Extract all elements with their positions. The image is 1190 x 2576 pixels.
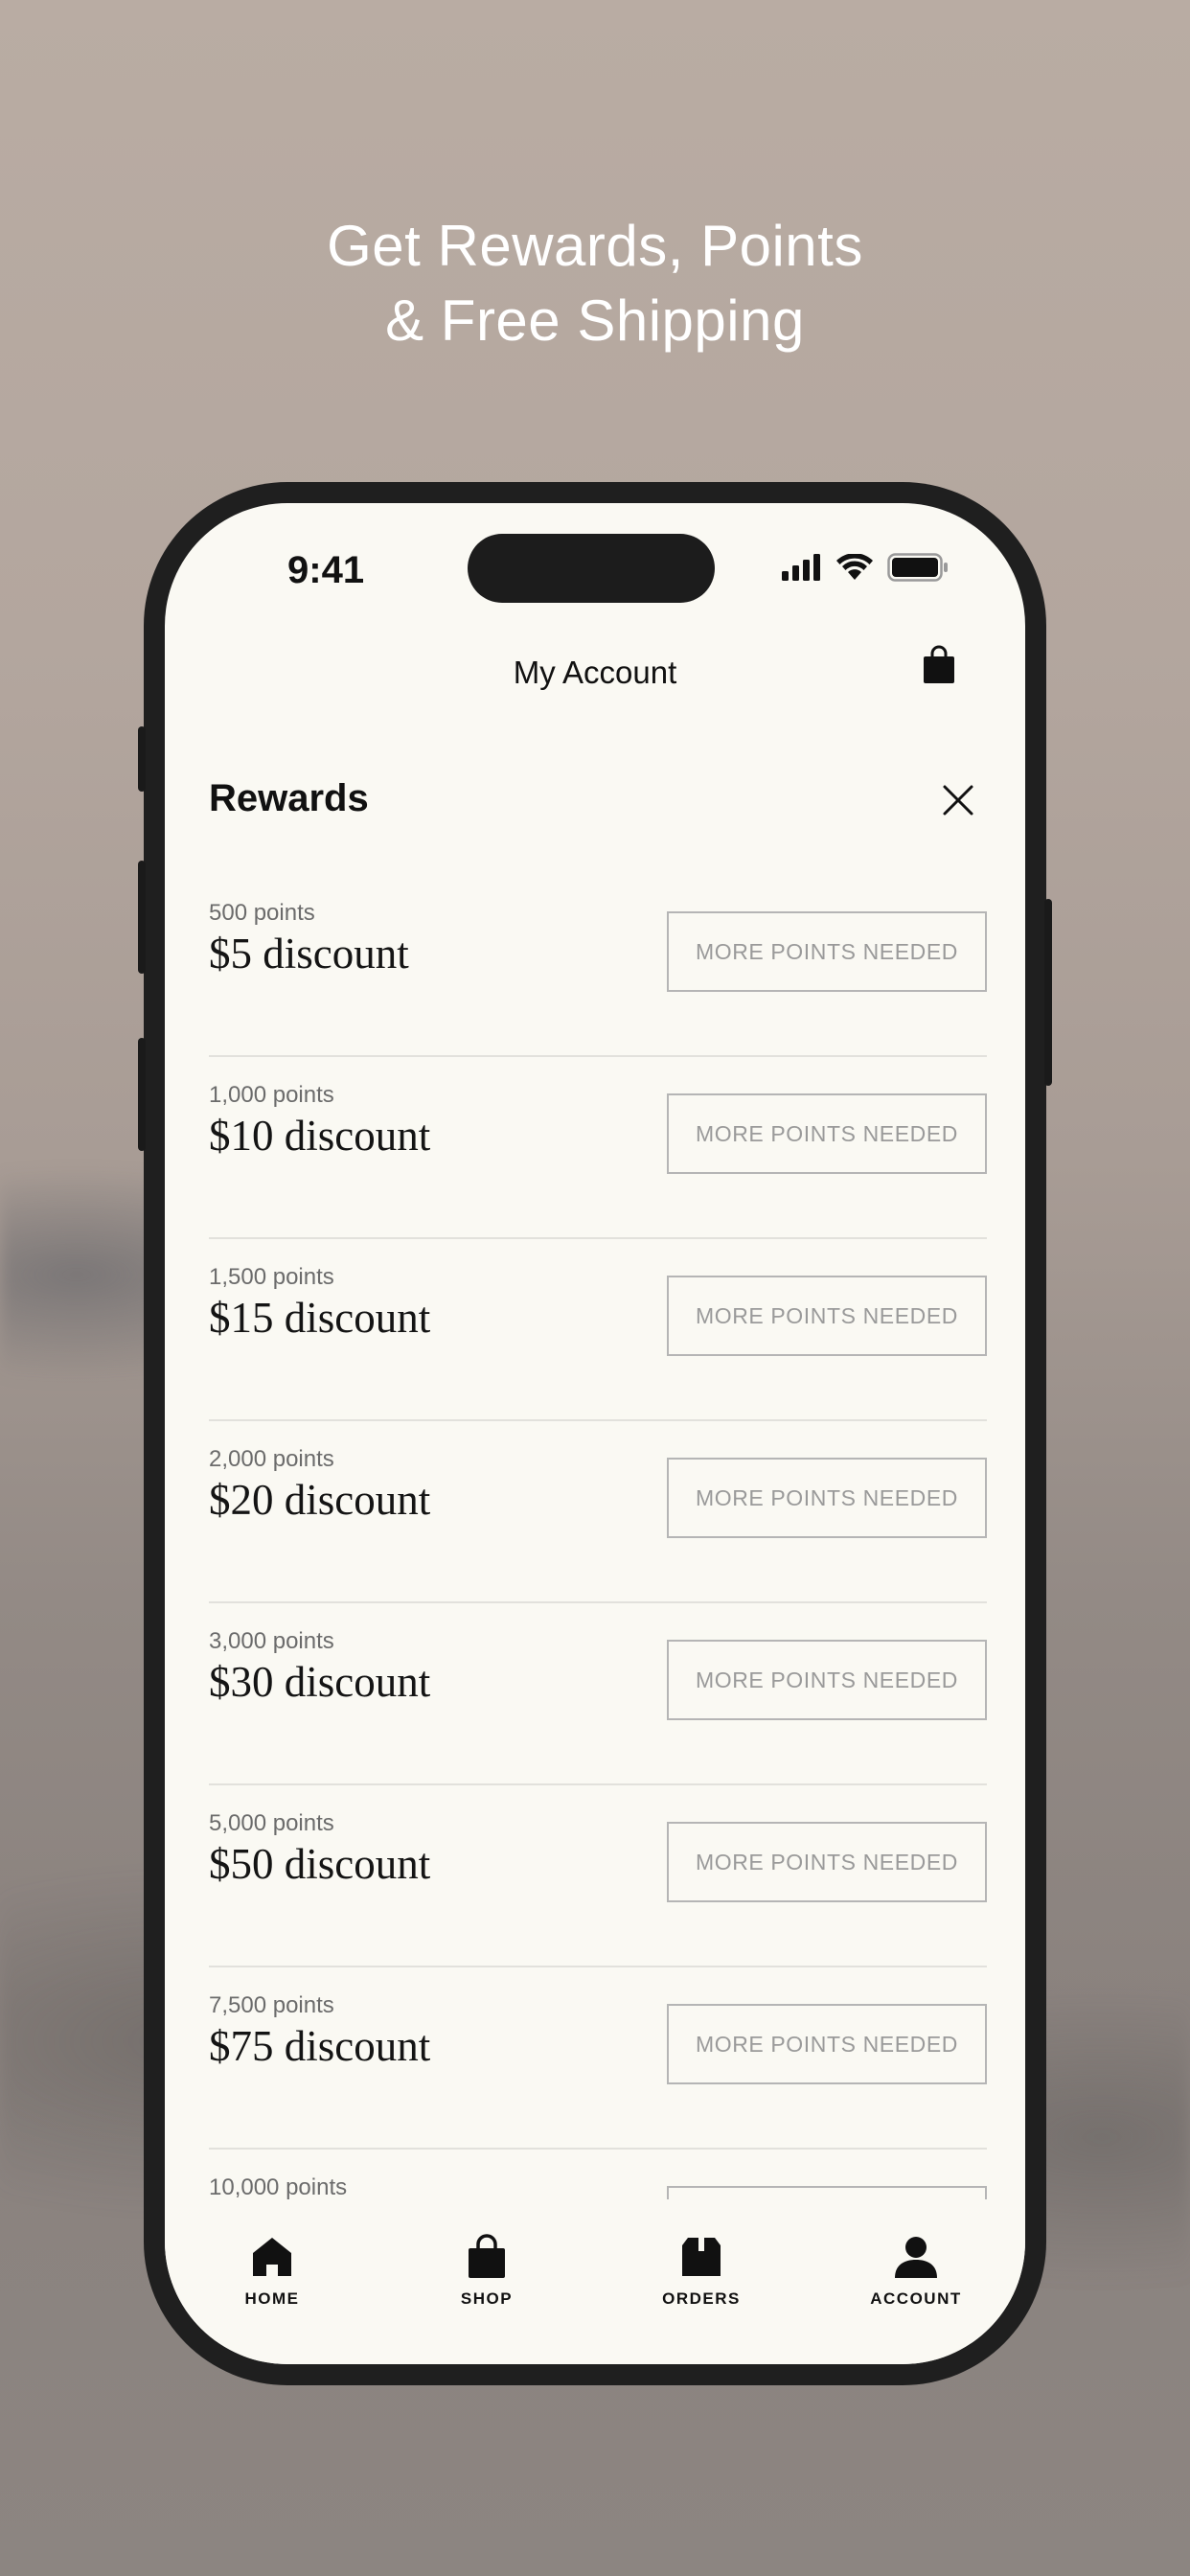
reward-row: 3,000 points $30 discount MORE POINTS NE…	[209, 1603, 987, 1785]
dynamic-island	[468, 534, 715, 603]
reward-points: 3,000 points	[209, 1628, 334, 1654]
signal-icon	[782, 554, 820, 581]
tab-label: SHOP	[460, 2289, 514, 2308]
reward-points: 7,500 points	[209, 1992, 334, 2018]
reward-points: 5,000 points	[209, 1810, 334, 1836]
cart-button[interactable]	[922, 645, 956, 690]
tab-shop[interactable]: SHOP	[400, 2199, 573, 2309]
more-points-needed-button[interactable]: MORE POINTS NEEDED	[667, 1458, 987, 1538]
reward-points: 500 points	[209, 900, 315, 926]
more-points-needed-button[interactable]: MORE POINTS NEEDED	[667, 1822, 987, 1902]
action-button	[138, 726, 146, 792]
more-points-needed-button[interactable]: MORE POINTS NEEDED	[667, 911, 987, 992]
shopping-bag-icon	[469, 2234, 505, 2278]
reward-title: $50 discount	[209, 1840, 431, 1888]
tab-label: ACCOUNT	[870, 2289, 962, 2308]
reward-title: $10 discount	[209, 1112, 431, 1160]
phone-screen: 9:41 My Account Rewards 500 points $5 di…	[165, 503, 1025, 2364]
reward-row: 7,500 points $75 discount MORE POINTS NE…	[209, 1967, 987, 2150]
reward-row: 5,000 points $50 discount MORE POINTS NE…	[209, 1785, 987, 1967]
tab-label: ORDERS	[662, 2289, 741, 2308]
reward-title: $15 discount	[209, 1294, 431, 1342]
tab-bar: HOME SHOP ORDERS ACCOUNT	[165, 2199, 1025, 2364]
status-icons	[782, 553, 949, 582]
reward-row: 1,000 points $10 discount MORE POINTS NE…	[209, 1057, 987, 1239]
rewards-heading: Rewards	[209, 777, 369, 819]
close-icon	[943, 785, 973, 816]
tab-orders[interactable]: ORDERS	[615, 2199, 788, 2309]
reward-row: 500 points $5 discount MORE POINTS NEEDE…	[209, 875, 987, 1057]
battery-icon	[887, 553, 948, 582]
reward-row: 2,000 points $20 discount MORE POINTS NE…	[209, 1421, 987, 1603]
reward-title: $30 discount	[209, 1658, 431, 1706]
reward-points: 10,000 points	[209, 2174, 348, 2200]
reward-points: 2,000 points	[209, 1446, 334, 1472]
box-icon	[682, 2238, 721, 2276]
reward-title: $20 discount	[209, 1476, 431, 1524]
reward-row: 1,500 points $15 discount MORE POINTS NE…	[209, 1239, 987, 1421]
volume-down-button	[138, 1038, 146, 1151]
close-button[interactable]	[939, 781, 977, 819]
tab-home[interactable]: HOME	[186, 2199, 358, 2309]
more-points-needed-button[interactable]: MORE POINTS NEEDED	[667, 2004, 987, 2084]
phone-frame: 9:41 My Account Rewards 500 points $5 di…	[138, 482, 1052, 2385]
headline-line-2: & Free Shipping	[385, 288, 805, 353]
page-title: My Account	[513, 655, 677, 690]
reward-title: $75 discount	[209, 2022, 431, 2070]
more-points-needed-button[interactable]: MORE POINTS NEEDED	[667, 1640, 987, 1720]
tab-label: HOME	[244, 2289, 300, 2308]
power-button	[1044, 899, 1052, 1086]
reward-title: $5 discount	[209, 930, 409, 978]
person-icon	[895, 2237, 937, 2278]
reward-points: 1,000 points	[209, 1082, 334, 1108]
more-points-needed-button[interactable]: MORE POINTS NEEDED	[667, 1276, 987, 1356]
promo-headline: Get Rewards, Points & Free Shipping	[0, 209, 1190, 358]
reward-points: 1,500 points	[209, 1264, 334, 1290]
home-icon	[253, 2238, 291, 2276]
rewards-list: 500 points $5 discount MORE POINTS NEEDE…	[209, 875, 987, 2332]
tab-account[interactable]: ACCOUNT	[830, 2199, 1002, 2309]
headline-line-1: Get Rewards, Points	[327, 214, 863, 278]
more-points-needed-button[interactable]: MORE POINTS NEEDED	[667, 1093, 987, 1174]
volume-up-button	[138, 861, 146, 974]
status-time: 9:41	[287, 549, 365, 591]
shopping-bag-icon	[924, 645, 954, 683]
wifi-icon	[836, 554, 873, 580]
